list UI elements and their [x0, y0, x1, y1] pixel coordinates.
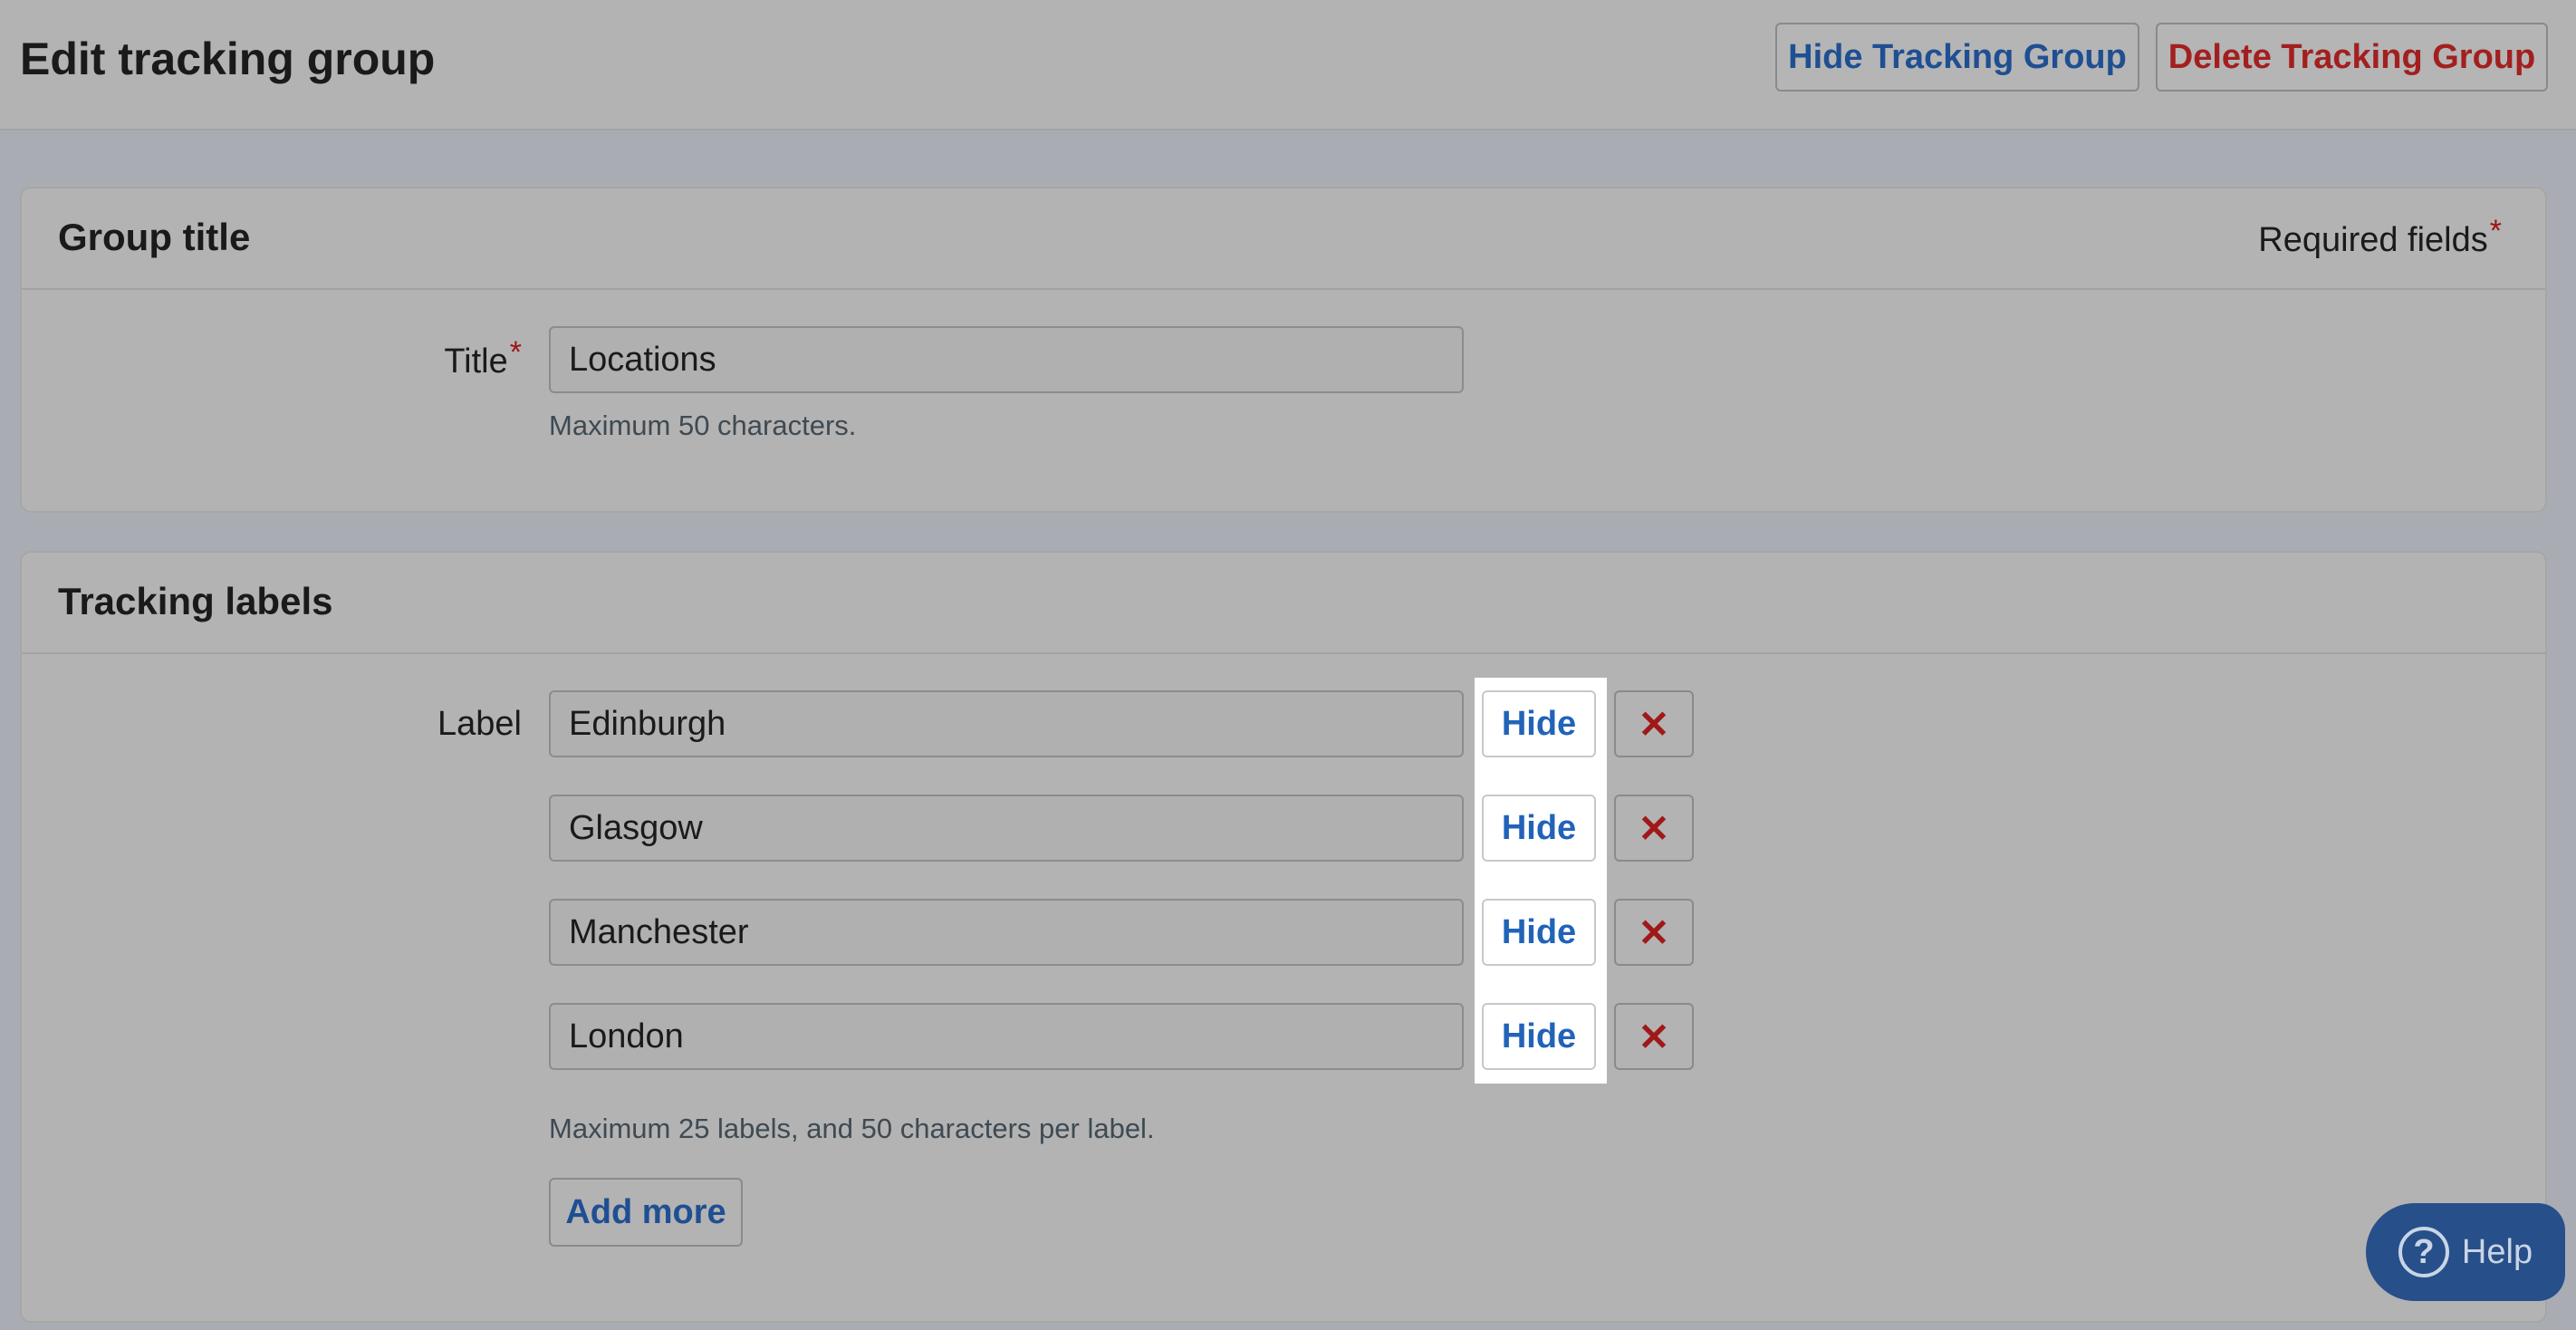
label-input-manchester[interactable] — [549, 899, 1464, 966]
title-label: Title* — [435, 335, 522, 381]
hide-label-button-london[interactable]: Hide — [1482, 1003, 1596, 1070]
delete-tracking-group-button[interactable]: Delete Tracking Group — [2156, 23, 2548, 92]
label-input-edinburgh[interactable] — [549, 690, 1464, 757]
close-icon: ✕ — [1638, 1015, 1670, 1058]
label-field-label: Label — [437, 705, 522, 743]
help-button[interactable]: ? Help — [2366, 1203, 2565, 1301]
help-label: Help — [2461, 1232, 2533, 1271]
required-fields-note: Required fields* — [2258, 214, 2502, 260]
top-bar: Edit tracking group Hide Tracking Group … — [0, 0, 2576, 130]
label-input-glasgow[interactable] — [549, 795, 1464, 862]
question-circle-icon: ? — [2398, 1227, 2449, 1277]
tracking-labels-heading: Tracking labels — [58, 580, 333, 622]
close-icon: ✕ — [1638, 806, 1670, 850]
title-label-text: Title — [444, 342, 508, 381]
close-icon: ✕ — [1638, 702, 1670, 746]
group-title-heading: Group title — [58, 216, 251, 258]
hide-tracking-group-button[interactable]: Hide Tracking Group — [1775, 23, 2139, 92]
required-asterisk: * — [2489, 214, 2502, 248]
page-title: Edit tracking group — [20, 34, 436, 84]
title-hint: Maximum 50 characters. — [549, 410, 857, 441]
remove-label-button-edinburgh[interactable]: ✕ — [1614, 690, 1694, 757]
hide-label-button-glasgow[interactable]: Hide — [1482, 795, 1596, 862]
remove-label-button-glasgow[interactable]: ✕ — [1614, 795, 1694, 862]
title-required-asterisk: * — [509, 335, 522, 370]
close-icon: ✕ — [1638, 911, 1670, 954]
add-more-button[interactable]: Add more — [549, 1178, 743, 1247]
remove-label-button-london[interactable]: ✕ — [1614, 1003, 1694, 1070]
hide-label-button-manchester[interactable]: Hide — [1482, 899, 1596, 966]
labels-hint: Maximum 25 labels, and 50 characters per… — [549, 1113, 1155, 1144]
required-fields-text: Required fields — [2258, 221, 2488, 259]
group-title-panel-header: Group title Required fields* — [22, 188, 2545, 290]
label-input-london[interactable] — [549, 1003, 1464, 1070]
remove-label-button-manchester[interactable]: ✕ — [1614, 899, 1694, 966]
hide-label-button-edinburgh[interactable]: Hide — [1482, 690, 1596, 757]
title-input[interactable] — [549, 326, 1464, 393]
tracking-labels-panel-header: Tracking labels — [22, 553, 2545, 654]
